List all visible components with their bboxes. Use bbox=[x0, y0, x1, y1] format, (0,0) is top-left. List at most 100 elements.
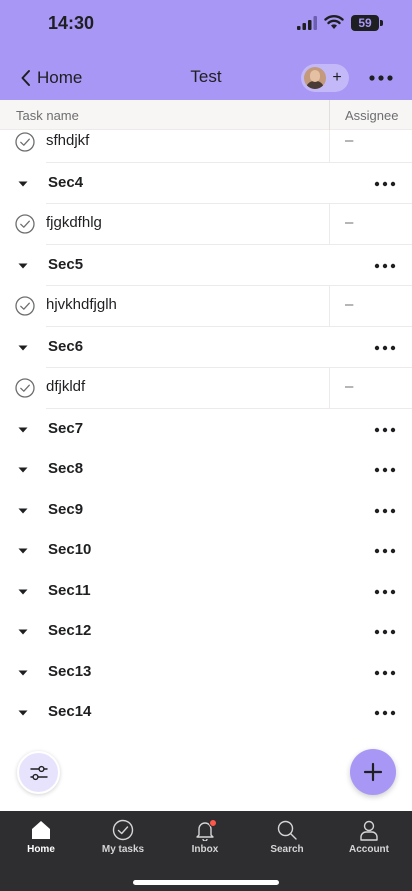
cellular-signal-icon bbox=[297, 16, 317, 30]
task-row[interactable]: hjvkhdfjglh – bbox=[0, 286, 412, 327]
tab-home[interactable]: Home bbox=[0, 811, 82, 871]
section-name[interactable]: Sec4 bbox=[48, 174, 83, 191]
check-circle-icon bbox=[112, 819, 134, 841]
section-row[interactable]: Sec14 bbox=[0, 693, 412, 733]
home-indicator bbox=[133, 880, 279, 885]
more-options-icon[interactable] bbox=[374, 181, 396, 187]
caret-down-icon[interactable] bbox=[18, 670, 28, 676]
more-options-icon[interactable] bbox=[374, 670, 396, 676]
caret-down-icon[interactable] bbox=[18, 508, 28, 514]
tab-search[interactable]: Search bbox=[246, 811, 328, 871]
section-name[interactable]: Sec13 bbox=[48, 663, 91, 680]
task-name[interactable]: sfhdjkf bbox=[46, 132, 89, 149]
column-assignee[interactable]: Assignee bbox=[345, 108, 398, 123]
back-label: Home bbox=[37, 68, 83, 87]
back-button[interactable]: Home bbox=[20, 66, 82, 90]
sliders-icon bbox=[30, 765, 48, 781]
section-row[interactable]: Sec4 bbox=[0, 163, 412, 204]
check-circle-icon[interactable] bbox=[15, 131, 35, 152]
battery-cap bbox=[380, 20, 383, 26]
add-task-button[interactable] bbox=[350, 749, 396, 795]
home-icon bbox=[32, 821, 50, 839]
task-row[interactable]: dfjkldf – bbox=[0, 368, 412, 409]
more-options-icon[interactable] bbox=[374, 427, 396, 433]
column-divider bbox=[329, 286, 330, 327]
section-row[interactable]: Sec11 bbox=[0, 572, 412, 612]
check-circle-icon[interactable] bbox=[15, 377, 35, 398]
tab-label: Inbox bbox=[191, 844, 219, 855]
task-assignee[interactable]: – bbox=[345, 132, 353, 149]
tab-label: Account bbox=[349, 844, 389, 855]
column-divider bbox=[329, 204, 330, 245]
plus-icon bbox=[363, 762, 383, 782]
filter-button[interactable] bbox=[17, 751, 60, 794]
section-name[interactable]: Sec9 bbox=[48, 501, 83, 518]
task-name[interactable]: hjvkhdfjglh bbox=[46, 296, 117, 313]
caret-down-icon[interactable] bbox=[18, 263, 28, 269]
caret-down-icon[interactable] bbox=[18, 629, 28, 635]
chevron-left-icon bbox=[21, 70, 30, 86]
section-row[interactable]: Sec6 bbox=[0, 327, 412, 368]
tab-my-tasks[interactable]: My tasks bbox=[82, 811, 164, 871]
more-options-icon[interactable] bbox=[374, 345, 396, 351]
tab-inbox[interactable]: Inbox bbox=[164, 811, 246, 871]
tab-label: Search bbox=[270, 844, 304, 855]
caret-down-icon[interactable] bbox=[18, 548, 28, 554]
more-options-icon[interactable] bbox=[374, 263, 396, 269]
more-options-icon[interactable] bbox=[374, 467, 396, 473]
column-header: Task name Assignee bbox=[0, 100, 412, 130]
column-divider bbox=[329, 100, 330, 130]
person-icon bbox=[360, 820, 378, 841]
project-members-button[interactable]: + bbox=[301, 64, 349, 92]
more-options-icon[interactable] bbox=[374, 508, 396, 514]
more-options-icon[interactable] bbox=[374, 710, 396, 716]
task-row[interactable]: fjgkdfhlg – bbox=[0, 204, 412, 245]
check-circle-icon[interactable] bbox=[15, 295, 35, 316]
avatar bbox=[304, 67, 326, 89]
caret-down-icon[interactable] bbox=[18, 467, 28, 473]
section-row[interactable]: Sec8 bbox=[0, 450, 412, 490]
section-name[interactable]: Sec12 bbox=[48, 622, 91, 639]
section-row[interactable]: Sec9 bbox=[0, 491, 412, 531]
bottom-tab-bar: Home My tasks Inbox Search Account bbox=[0, 811, 412, 891]
section-row[interactable]: Sec12 bbox=[0, 612, 412, 652]
caret-down-icon[interactable] bbox=[18, 710, 28, 716]
section-row[interactable]: Sec10 bbox=[0, 531, 412, 571]
section-row[interactable]: Sec5 bbox=[0, 245, 412, 286]
more-options-icon[interactable] bbox=[369, 74, 393, 82]
section-row[interactable]: Sec7 bbox=[0, 409, 412, 449]
section-name[interactable]: Sec14 bbox=[48, 703, 91, 720]
tab-label: My tasks bbox=[101, 844, 145, 855]
section-name[interactable]: Sec5 bbox=[48, 256, 83, 273]
add-member-icon: + bbox=[332, 69, 342, 86]
tab-label: Home bbox=[27, 844, 55, 855]
app-header: 14:30 59 Home Test + bbox=[0, 0, 412, 100]
check-circle-icon[interactable] bbox=[15, 213, 35, 234]
tab-account[interactable]: Account bbox=[328, 811, 410, 871]
section-name[interactable]: Sec7 bbox=[48, 420, 83, 437]
search-icon bbox=[277, 820, 297, 840]
caret-down-icon[interactable] bbox=[18, 181, 28, 187]
wifi-icon bbox=[324, 15, 344, 29]
task-assignee[interactable]: – bbox=[345, 214, 353, 231]
task-name[interactable]: fjgkdfhlg bbox=[46, 214, 102, 231]
section-row[interactable]: Sec13 bbox=[0, 653, 412, 693]
battery-indicator: 59 bbox=[351, 15, 379, 31]
section-name[interactable]: Sec6 bbox=[48, 338, 83, 355]
caret-down-icon[interactable] bbox=[18, 427, 28, 433]
caret-down-icon[interactable] bbox=[18, 589, 28, 595]
column-task-name[interactable]: Task name bbox=[16, 108, 79, 123]
caret-down-icon[interactable] bbox=[18, 345, 28, 351]
status-time: 14:30 bbox=[48, 13, 95, 33]
section-name[interactable]: Sec11 bbox=[48, 582, 91, 599]
more-options-icon[interactable] bbox=[374, 548, 396, 554]
more-options-icon[interactable] bbox=[374, 629, 396, 635]
notification-badge bbox=[209, 819, 217, 827]
section-name[interactable]: Sec10 bbox=[48, 541, 91, 558]
more-options-icon[interactable] bbox=[374, 589, 396, 595]
task-name[interactable]: dfjkldf bbox=[46, 378, 85, 395]
column-divider bbox=[329, 368, 330, 409]
task-assignee[interactable]: – bbox=[345, 296, 353, 313]
task-assignee[interactable]: – bbox=[345, 378, 353, 395]
section-name[interactable]: Sec8 bbox=[48, 460, 83, 477]
